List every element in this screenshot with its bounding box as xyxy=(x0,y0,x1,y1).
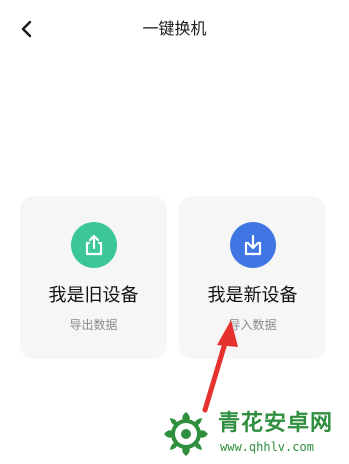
export-icon xyxy=(85,234,102,256)
new-device-subtitle: 导入数据 xyxy=(228,318,277,332)
watermark-name: 青花安卓网 xyxy=(218,411,334,436)
import-icon xyxy=(244,234,261,256)
old-device-subtitle: 导出数据 xyxy=(69,318,118,332)
old-device-title: 我是旧设备 xyxy=(48,285,139,306)
page-title: 一键换机 xyxy=(142,19,207,38)
old-device-card[interactable]: 我是旧设备 导出数据 xyxy=(20,196,167,359)
watermark-url: www.qhhlv.com xyxy=(220,440,314,454)
import-icon-circle xyxy=(229,222,276,268)
watermark-logo xyxy=(164,412,208,456)
export-icon-circle xyxy=(70,222,117,268)
watermark: 青花安卓网 www.qhhlv.com xyxy=(160,408,346,460)
page: 一键换机 我是旧设备 导出数据 我是新设备 导入数据 青花安卓网 www.qhh… xyxy=(0,0,349,464)
new-device-card[interactable]: 我是新设备 导入数据 xyxy=(179,196,326,359)
new-device-title: 我是新设备 xyxy=(207,285,298,306)
